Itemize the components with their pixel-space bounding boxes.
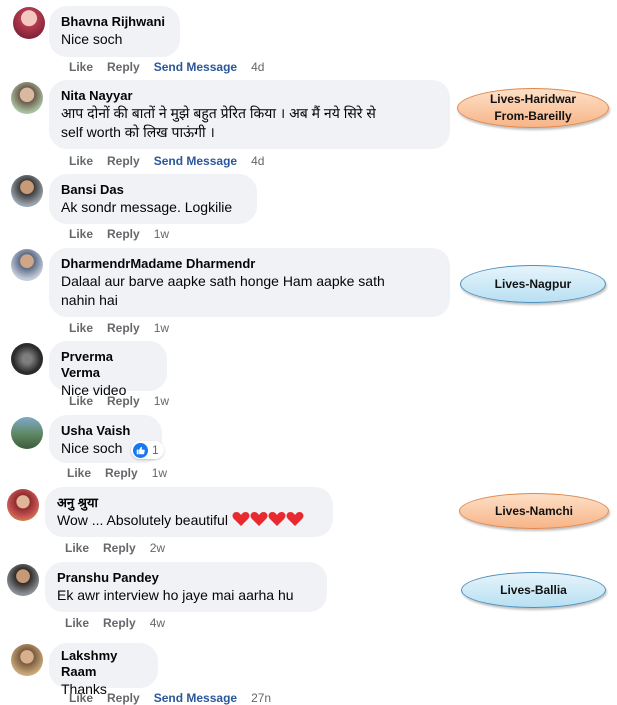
comment-bubble: Bhavna Rijhwani Nice soch [49, 6, 180, 57]
comment-author[interactable]: Bansi Das [61, 182, 245, 198]
like-link[interactable]: Like [65, 616, 89, 630]
comment-bubble: अनु श्रुया Wow ... Absolutely beautiful [45, 487, 333, 537]
comment-author[interactable]: DharmendrMadame Dharmendr [61, 256, 438, 272]
location-tag-line1: Lives-Nagpur [494, 276, 572, 291]
comment-author[interactable]: Lakshmy Raam [61, 648, 146, 680]
avatar[interactable] [11, 417, 43, 449]
comment-author[interactable]: Nita Nayyar [61, 88, 438, 104]
comment-actions: Like Reply 2w [65, 541, 179, 555]
location-tag-line1: Lives-Namchi [494, 503, 574, 518]
comment-time[interactable]: 1w [152, 466, 167, 480]
comment-actions: Like Reply Send Message 4d [69, 60, 278, 74]
comment-time[interactable]: 4w [150, 616, 165, 630]
comment-bubble: Pranshu Pandey Ek awr interview ho jaye … [45, 562, 327, 612]
send-message-link[interactable]: Send Message [154, 691, 237, 705]
comment-author[interactable]: Usha Vaish [61, 423, 150, 439]
comment-text: Ek awr interview ho jaye mai aarha hu [57, 587, 294, 603]
comment-bubble: Bansi Das Ak sondr message. Logkilie [49, 174, 257, 224]
like-reaction-icon [133, 442, 148, 458]
avatar[interactable] [11, 175, 43, 207]
like-link[interactable]: Like [69, 691, 93, 705]
location-tag-line1: Lives-Ballia [500, 582, 567, 597]
comment-text-line1: आप दोनों की बातों ने मुझे बहुत प्रेरित क… [61, 105, 376, 121]
reply-link[interactable]: Reply [103, 541, 136, 555]
send-message-link[interactable]: Send Message [154, 60, 237, 74]
like-link[interactable]: Like [67, 466, 91, 480]
reply-link[interactable]: Reply [107, 691, 140, 705]
comment-time[interactable]: 1w [154, 227, 169, 241]
reply-link[interactable]: Reply [107, 60, 140, 74]
avatar[interactable] [11, 343, 43, 375]
comment-actions: Like Reply 1w [67, 466, 181, 480]
comment-time[interactable]: 27n [251, 691, 271, 705]
avatar[interactable] [13, 7, 45, 39]
comment-actions: Like Reply 4w [65, 616, 179, 630]
location-tag: Lives-Namchi [459, 493, 609, 529]
comment-text: Wow ... Absolutely beautiful [57, 511, 321, 530]
comment-bubble: Lakshmy Raam Thanks [49, 643, 158, 697]
comment-text-content: Wow ... Absolutely beautiful [57, 512, 228, 528]
reply-link[interactable]: Reply [107, 321, 140, 335]
comment-bubble: Prverma Verma Nice video [49, 341, 167, 398]
location-tag: Lives-Nagpur [460, 265, 606, 303]
heart-icon [232, 512, 304, 526]
comment-text-line1: Dalaal aur barve aapke sath honge Ham aa… [61, 273, 385, 289]
comment-bubble: Nita Nayyar आप दोनों की बातों ने मुझे बह… [49, 80, 450, 149]
like-link[interactable]: Like [69, 227, 93, 241]
avatar[interactable] [11, 82, 43, 114]
avatar[interactable] [7, 564, 39, 596]
reply-link[interactable]: Reply [103, 616, 136, 630]
avatar[interactable] [11, 249, 43, 281]
comment-text: Ak sondr message. Logkilie [61, 199, 233, 215]
comment-text: Nice soch [61, 31, 123, 47]
comment-text-line2: self worth को लिख पाऊंगी । [61, 124, 215, 140]
location-tag-line2: From-Bareilly [494, 109, 572, 123]
comment-author[interactable]: Pranshu Pandey [57, 570, 315, 586]
like-link[interactable]: Like [69, 394, 93, 408]
location-tag-line1: Lives-Haridwar [489, 92, 577, 106]
like-link[interactable]: Like [69, 60, 93, 74]
comment-actions: Like Reply Send Message 4d [69, 154, 278, 168]
location-tag: Lives-Haridwar From-Bareilly [457, 88, 609, 128]
comment-text-line2: nahin hai [61, 292, 118, 308]
comment-time[interactable]: 1w [154, 321, 169, 335]
comment-actions: Like Reply 1w [69, 321, 183, 335]
reaction-badge[interactable]: 1 [131, 441, 164, 459]
location-tag: Lives-Ballia [461, 572, 606, 608]
comment-actions: Like Reply 1w [69, 394, 183, 408]
comment-time[interactable]: 4d [251, 154, 264, 168]
avatar[interactable] [11, 644, 43, 676]
send-message-link[interactable]: Send Message [154, 154, 237, 168]
comment-author[interactable]: Prverma Verma [61, 349, 155, 381]
reply-link[interactable]: Reply [105, 466, 138, 480]
reply-link[interactable]: Reply [107, 154, 140, 168]
like-link[interactable]: Like [65, 541, 89, 555]
avatar[interactable] [7, 489, 39, 521]
comment-author[interactable]: अनु श्रुया [57, 495, 321, 511]
comment-author[interactable]: Bhavna Rijhwani [61, 14, 168, 30]
comment-time[interactable]: 4d [251, 60, 264, 74]
comment-bubble: DharmendrMadame Dharmendr Dalaal aur bar… [49, 248, 450, 317]
like-link[interactable]: Like [69, 154, 93, 168]
comment-actions: Like Reply Send Message 27n [69, 691, 285, 705]
like-link[interactable]: Like [69, 321, 93, 335]
reply-link[interactable]: Reply [107, 394, 140, 408]
comment-time[interactable]: 2w [150, 541, 165, 555]
reaction-count: 1 [152, 443, 159, 457]
comment-actions: Like Reply 1w [69, 227, 183, 241]
reply-link[interactable]: Reply [107, 227, 140, 241]
comment-time[interactable]: 1w [154, 394, 169, 408]
